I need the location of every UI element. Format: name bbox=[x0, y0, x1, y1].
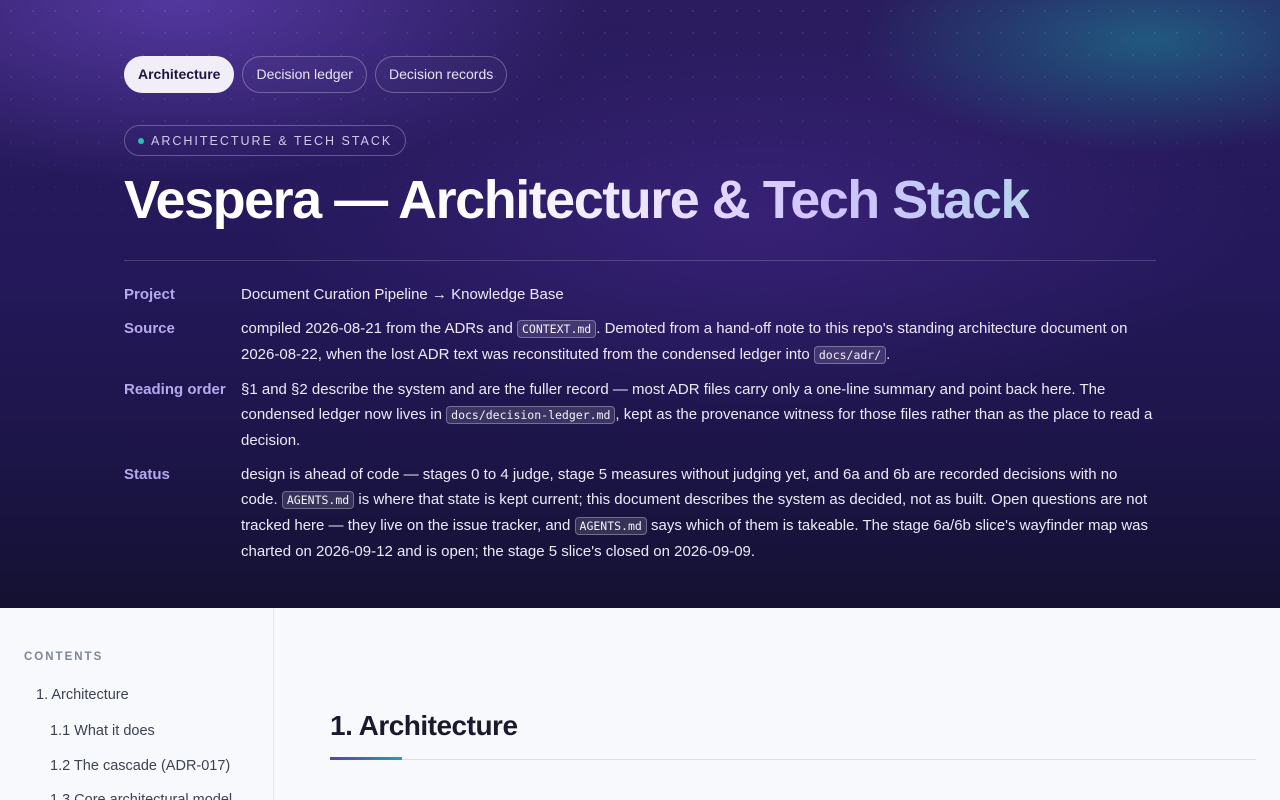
toc-item-core-model[interactable]: 1.3 Core architectural model bbox=[50, 792, 232, 800]
meta-text: . bbox=[886, 346, 891, 363]
inline-code: AGENTS.md bbox=[281, 491, 355, 509]
toc-item-what-it-does[interactable]: 1.1 What it does bbox=[50, 723, 155, 739]
hero-header: Architecture Decision ledger Decision re… bbox=[0, 0, 1280, 608]
meta-value: Document Curation Pipeline → Knowledge B… bbox=[241, 286, 564, 303]
inline-code: docs/decision-ledger.md bbox=[446, 406, 616, 424]
eyebrow-label: ARCHITECTURE & TECH STACK bbox=[151, 133, 393, 148]
meta-row-project: Project Document Curation Pipeline → Kno… bbox=[124, 282, 1156, 307]
meta-row-source: Source compiled 2026-08-21 from the ADRs… bbox=[124, 316, 1156, 368]
status-dot-icon bbox=[138, 137, 144, 144]
meta-row-reading-order: Reading order §1 and §2 describe the sys… bbox=[124, 377, 1156, 453]
meta-label: Project bbox=[124, 286, 175, 303]
meta-value: compiled 2026-08-21 from the ADRs and CO… bbox=[241, 316, 1156, 368]
toc-title: CONTENTS bbox=[24, 651, 104, 663]
page-tabs: Architecture Decision ledger Decision re… bbox=[124, 56, 508, 93]
metadata-list: Project Document Curation Pipeline → Kno… bbox=[124, 282, 1156, 573]
meta-label: Status bbox=[124, 466, 170, 483]
tab-architecture[interactable]: Architecture bbox=[124, 56, 235, 93]
page-title: Vespera — Architecture & Tech Stack bbox=[124, 170, 1030, 230]
meta-row-status: Status design is ahead of code — stages … bbox=[124, 462, 1156, 564]
inline-code: AGENTS.md bbox=[574, 517, 647, 535]
eyebrow-badge: ARCHITECTURE & TECH STACK bbox=[124, 125, 407, 156]
meta-label: Source bbox=[124, 320, 175, 337]
section-heading: 1. Architecture bbox=[330, 710, 518, 741]
meta-value: design is ahead of code — stages 0 to 4 … bbox=[241, 462, 1156, 564]
meta-label: Reading order bbox=[124, 381, 226, 398]
toc-item-architecture[interactable]: 1. Architecture bbox=[36, 687, 129, 703]
meta-value: §1 and §2 describe the system and are th… bbox=[241, 377, 1156, 453]
tab-decision-ledger[interactable]: Decision ledger bbox=[242, 56, 367, 93]
inline-code: docs/adr/ bbox=[813, 346, 887, 364]
tab-decision-records[interactable]: Decision records bbox=[374, 56, 508, 93]
meta-text: compiled 2026-08-21 from the ADRs and bbox=[241, 320, 517, 337]
section-divider bbox=[330, 759, 1256, 760]
table-of-contents: CONTENTS 1. Architecture 1.1 What it doe… bbox=[0, 608, 274, 800]
section-accent-bar bbox=[330, 757, 402, 760]
inline-code: CONTEXT.md bbox=[516, 320, 597, 338]
header-divider bbox=[124, 260, 1156, 261]
toc-item-cascade[interactable]: 1.2 The cascade (ADR-017) bbox=[50, 758, 230, 774]
